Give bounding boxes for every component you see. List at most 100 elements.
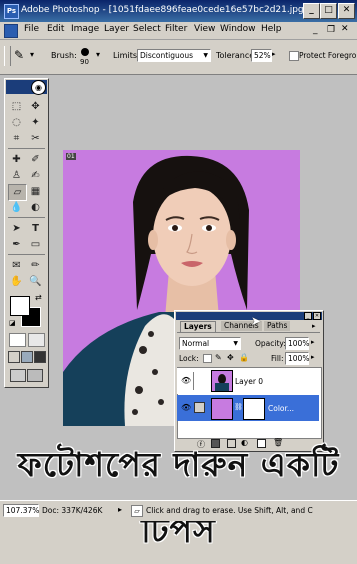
close-button[interactable]: ✕ bbox=[338, 3, 355, 19]
options-bar: ✎ ▾ Brush: 90 ▾ Limits: Discontiguous ▼ … bbox=[0, 40, 357, 75]
maximize-button[interactable]: □ bbox=[320, 3, 337, 19]
minimize-button[interactable]: _ bbox=[303, 3, 320, 19]
menu-layer[interactable]: Layer bbox=[104, 24, 129, 34]
panel-close-icon[interactable]: ✕ bbox=[313, 312, 321, 320]
layer-link-icon: ⛓ bbox=[234, 403, 243, 411]
clone-stamp-tool-icon[interactable]: ♙ bbox=[8, 168, 25, 183]
lock-pixels-icon[interactable]: ✎ bbox=[215, 353, 222, 362]
lock-all-icon[interactable]: 🔒 bbox=[239, 353, 249, 362]
visibility-eye-icon[interactable]: 👁 bbox=[181, 403, 191, 412]
standard-mode-icon[interactable] bbox=[9, 333, 26, 347]
title-bar: Ps Adobe Photoshop - [1051fdaee896feae0c… bbox=[0, 0, 357, 22]
layer-row[interactable]: 👁 ⛓ Color... bbox=[177, 395, 319, 421]
opacity-label: Opacity: bbox=[255, 339, 286, 348]
dodge-tool-icon[interactable]: ◐ bbox=[27, 200, 44, 215]
type-tool-icon[interactable]: T bbox=[27, 221, 44, 236]
zoom-tool-icon[interactable]: 🔍 bbox=[27, 274, 44, 289]
mouse-cursor-icon: ➤ bbox=[251, 314, 262, 328]
quick-mask-mode-icon[interactable] bbox=[28, 333, 45, 347]
layers-panel-header: _ ✕ bbox=[176, 312, 322, 320]
menu-window[interactable]: Window bbox=[220, 24, 256, 34]
screen-mode-standard-icon[interactable] bbox=[8, 351, 20, 363]
blend-mode-select[interactable]: Normal ▼ bbox=[179, 337, 241, 350]
doc-close-icon[interactable]: ✕ bbox=[341, 24, 349, 34]
toolbox: ◉ ⬚ ✥ ◌ ✦ ⌗ ✂ ✚ ✐ ♙ ✍ ▱ ▦ 💧 ◐ ➤ T ✒ ▭ ✉ … bbox=[4, 78, 49, 388]
tolerance-input[interactable]: 52% bbox=[251, 49, 272, 62]
toolbox-divider bbox=[8, 148, 45, 149]
gradient-tool-icon[interactable]: ▦ bbox=[27, 184, 44, 199]
layer-name[interactable]: Layer 0 bbox=[235, 377, 263, 386]
photoshop-eye-icon[interactable]: ◉ bbox=[31, 80, 46, 95]
menu-filter[interactable]: Filter bbox=[165, 24, 187, 34]
move-tool-icon[interactable]: ✥ bbox=[27, 99, 44, 114]
eyedropper-tool-icon[interactable]: ✏ bbox=[27, 258, 44, 273]
tab-layers[interactable]: Layers bbox=[180, 321, 216, 332]
opacity-slider-icon[interactable]: ▸ bbox=[311, 338, 315, 346]
limits-select[interactable]: Discontiguous ▼ bbox=[137, 49, 211, 62]
opacity-input[interactable]: 100% bbox=[285, 337, 309, 350]
status-bar: 107.37% Doc: 337K/426K ▸ ▱ Click and dra… bbox=[0, 500, 357, 521]
limits-dropdown-icon: ▼ bbox=[203, 52, 208, 59]
swap-colors-icon[interactable]: ⇄ bbox=[35, 293, 42, 302]
history-brush-tool-icon[interactable]: ✍ bbox=[27, 168, 44, 183]
hand-tool-icon[interactable]: ✋ bbox=[8, 274, 25, 289]
layer-thumbnail bbox=[211, 370, 233, 392]
zoom-field[interactable]: 107.37% bbox=[3, 504, 39, 517]
foreground-color-swatch[interactable] bbox=[10, 296, 30, 316]
status-menu-icon[interactable]: ▸ bbox=[118, 505, 122, 514]
screen-mode-full-menu-icon[interactable] bbox=[21, 351, 33, 363]
thumbnail-shoulders-icon bbox=[215, 383, 229, 391]
lock-position-icon[interactable]: ✥ bbox=[227, 353, 234, 362]
magic-wand-tool-icon[interactable]: ✦ bbox=[27, 115, 44, 130]
doc-minimize-icon[interactable]: _ bbox=[313, 25, 318, 35]
notes-tool-icon[interactable]: ✉ bbox=[8, 258, 25, 273]
screen-mode-full-icon[interactable] bbox=[34, 351, 46, 363]
jump-to-imageready-icon[interactable] bbox=[10, 369, 26, 382]
tool-preset-dropdown-icon[interactable]: ▾ bbox=[30, 50, 34, 59]
marquee-tool-icon[interactable]: ⬚ bbox=[8, 99, 25, 114]
shape-tool-icon[interactable]: ▭ bbox=[27, 237, 44, 252]
lock-transparency-checkbox[interactable] bbox=[203, 354, 212, 363]
background-eraser-tool-icon[interactable]: ✎ bbox=[14, 48, 24, 62]
menu-edit[interactable]: Edit bbox=[47, 24, 64, 34]
blur-tool-icon[interactable]: 💧 bbox=[8, 200, 25, 215]
menu-help[interactable]: Help bbox=[261, 24, 282, 34]
fill-slider-icon[interactable]: ▸ bbox=[311, 353, 315, 361]
menu-file[interactable]: File bbox=[24, 24, 39, 34]
layer-link-divider bbox=[193, 372, 194, 390]
document-size: Doc: 337K/426K bbox=[42, 506, 103, 515]
menu-select[interactable]: Select bbox=[133, 24, 161, 34]
default-colors-icon[interactable]: ◪ bbox=[9, 319, 16, 327]
layer-name[interactable]: Color... bbox=[268, 404, 294, 413]
pen-tool-icon[interactable]: ✒ bbox=[8, 237, 25, 252]
visibility-eye-icon[interactable]: 👁 bbox=[181, 376, 191, 385]
app-menu-icon[interactable] bbox=[4, 24, 18, 38]
healing-brush-tool-icon[interactable]: ✚ bbox=[8, 152, 25, 167]
lock-label: Lock: bbox=[179, 354, 199, 363]
layer-brush-indicator-icon bbox=[194, 402, 205, 413]
tab-paths[interactable]: Paths bbox=[264, 321, 291, 331]
brush-tool-icon[interactable]: ✐ bbox=[27, 152, 44, 167]
lasso-tool-icon[interactable]: ◌ bbox=[8, 115, 25, 130]
fill-input[interactable]: 100% bbox=[285, 352, 309, 365]
panel-minimize-icon[interactable]: _ bbox=[304, 312, 312, 320]
tolerance-slider-icon[interactable]: ▸ bbox=[272, 50, 276, 58]
layer-row[interactable]: 👁 Layer 0 bbox=[177, 368, 319, 394]
path-selection-tool-icon[interactable]: ➤ bbox=[8, 221, 25, 236]
status-hint: Click and drag to erase. Use Shift, Alt,… bbox=[146, 506, 313, 515]
eraser-tool-icon[interactable]: ▱ bbox=[8, 184, 27, 201]
brush-dropdown-icon[interactable]: ▾ bbox=[96, 50, 100, 59]
brush-preview-icon[interactable] bbox=[81, 48, 89, 56]
eraser-status-icon: ▱ bbox=[131, 505, 143, 517]
menu-image[interactable]: Image bbox=[71, 24, 99, 34]
panel-menu-icon[interactable]: ▸ bbox=[312, 322, 316, 330]
protect-foreground-checkbox[interactable] bbox=[289, 51, 299, 61]
imageready-icon[interactable] bbox=[27, 369, 43, 382]
crop-tool-icon[interactable]: ⌗ bbox=[8, 131, 25, 146]
photoshop-logo-icon: Ps bbox=[4, 4, 19, 19]
doc-restore-icon[interactable]: ❐ bbox=[327, 25, 335, 35]
toolbox-divider bbox=[8, 217, 45, 218]
menu-view[interactable]: View bbox=[194, 24, 215, 34]
brush-size: 90 bbox=[80, 58, 89, 66]
slice-tool-icon[interactable]: ✂ bbox=[27, 131, 44, 146]
